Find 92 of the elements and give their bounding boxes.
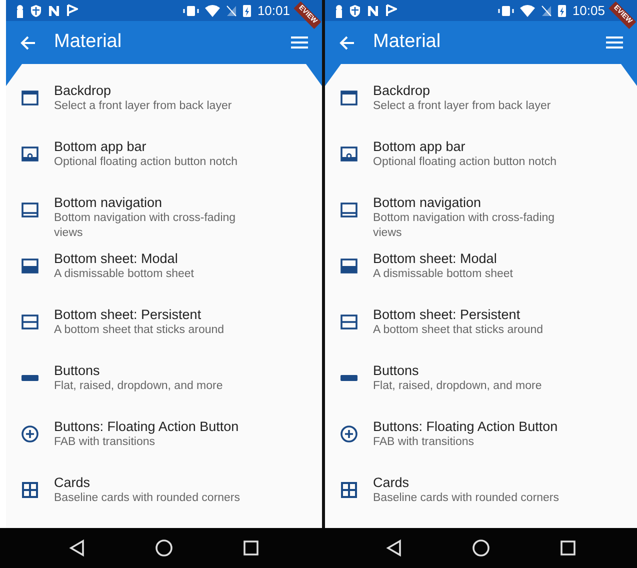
item-subtitle: Optional floating action button notch <box>54 155 238 170</box>
item-title: Buttons <box>54 362 101 379</box>
battery-charging-icon <box>243 4 252 18</box>
app-bar-icon <box>20 144 40 164</box>
item-subtitle: A bottom sheet that sticks around <box>54 323 224 338</box>
n-logo-icon <box>367 4 379 17</box>
list-item[interactable]: Buttons: Floating Action Button FAB with transitions <box>6 416 322 472</box>
shield-icon <box>30 4 42 18</box>
window-icon <box>339 88 359 108</box>
back-arrow-icon[interactable] <box>20 36 36 50</box>
app-bar-icon <box>339 144 359 164</box>
flag-icon <box>385 4 397 18</box>
list-item[interactable]: Cards Baseline cards with rounded corners <box>325 472 637 528</box>
grid-icon <box>20 480 40 500</box>
status-time: 10:05 <box>572 2 605 20</box>
item-title: Backdrop <box>373 82 432 99</box>
item-subtitle: Select a front layer from back layer <box>54 99 232 114</box>
bottom-sheet-icon <box>339 256 359 276</box>
item-title: Bottom app bar <box>373 138 466 155</box>
recents-icon[interactable] <box>560 540 576 556</box>
home-icon[interactable] <box>472 539 490 557</box>
list-item[interactable]: Bottom app bar Optional floating action button notch <box>325 136 637 192</box>
wifi-icon <box>205 4 220 17</box>
item-title: Bottom sheet: Persistent <box>54 306 202 323</box>
add-circle-icon <box>339 424 359 444</box>
shield-icon <box>349 4 361 18</box>
item-title: Cards <box>54 474 92 491</box>
item-title: Backdrop <box>54 82 112 99</box>
item-subtitle: FAB with transitions <box>373 435 475 450</box>
lock-icon <box>16 4 24 18</box>
list-item[interactable]: Bottom sheet: Persistent A bottom sheet that sticks around <box>6 304 322 360</box>
list-item[interactable]: Cards Baseline cards with rounded corners <box>6 472 322 528</box>
item-subtitle: Baseline cards with rounded corners <box>373 491 560 506</box>
item-title: Bottom app bar <box>54 138 148 155</box>
item-title: Cards <box>373 474 410 491</box>
back-icon[interactable] <box>386 539 402 557</box>
status-time: 10:01 <box>257 2 290 20</box>
item-subtitle: Bottom navigation with cross-fading views <box>373 211 556 241</box>
list-item[interactable]: Bottom app bar Optional floating action button notch <box>6 136 322 192</box>
split-panel-icon <box>20 312 40 332</box>
list-item[interactable]: Bottom sheet: Persistent A bottom sheet that sticks around <box>325 304 637 360</box>
item-subtitle: Baseline cards with rounded corners <box>54 491 240 506</box>
app-title: Material <box>54 30 123 54</box>
vibrate-icon <box>498 4 514 17</box>
list-item[interactable]: Bottom sheet: Modal A dismissable bottom sheet <box>325 248 637 304</box>
grid-icon <box>339 480 359 500</box>
wifi-icon <box>520 4 536 17</box>
home-icon[interactable] <box>155 539 173 557</box>
item-title: Buttons: Floating Action Button <box>54 418 239 435</box>
recents-icon[interactable] <box>243 540 259 556</box>
back-icon[interactable] <box>69 539 85 557</box>
add-circle-icon <box>20 424 40 444</box>
app-title: Material <box>373 30 442 54</box>
window-icon <box>20 88 40 108</box>
n-logo-icon <box>48 4 60 17</box>
list-item[interactable]: Bottom sheet: Modal A dismissable bottom sheet <box>6 248 322 304</box>
list-item[interactable]: Bottom navigation Bottom navigation with cross-fading views <box>325 192 637 248</box>
back-arrow-icon[interactable] <box>339 36 355 50</box>
list-item[interactable]: Buttons Flat, raised, dropdown, and more <box>325 360 637 416</box>
no-signal-icon <box>541 4 552 17</box>
item-subtitle: Flat, raised, dropdown, and more <box>373 379 542 394</box>
item-title: Bottom navigation <box>373 194 482 211</box>
menu-icon[interactable] <box>606 36 623 50</box>
item-title: Bottom sheet: Modal <box>373 250 498 267</box>
navigation-bar-icon <box>339 200 359 220</box>
vibrate-icon <box>183 4 200 17</box>
split-panel-icon <box>339 312 359 332</box>
list-item[interactable]: Backdrop Select a front layer from back layer <box>6 80 322 136</box>
bottom-sheet-icon <box>20 256 40 276</box>
no-signal-icon <box>226 4 238 17</box>
lock-icon <box>335 4 343 18</box>
item-title: Bottom navigation <box>54 194 164 211</box>
item-subtitle: FAB with transitions <box>54 435 156 450</box>
list-item[interactable]: Buttons: Floating Action Button FAB with transitions <box>325 416 637 472</box>
item-title: Bottom sheet: Modal <box>54 250 179 267</box>
item-subtitle: A dismissable bottom sheet <box>54 267 194 282</box>
list-item[interactable]: Buttons Flat, raised, dropdown, and more <box>6 360 322 416</box>
item-title: Buttons <box>373 362 420 379</box>
item-title: Bottom sheet: Persistent <box>373 306 522 323</box>
item-title: Buttons: Floating Action Button <box>373 418 558 435</box>
list-item[interactable]: Bottom navigation Bottom navigation with cross-fading views <box>6 192 322 248</box>
navigation-bar-icon <box>20 200 40 220</box>
item-subtitle: A bottom sheet that sticks around <box>373 323 544 338</box>
flag-icon <box>66 4 78 18</box>
item-subtitle: A dismissable bottom sheet <box>373 267 513 282</box>
item-subtitle: Optional floating action button notch <box>373 155 556 170</box>
item-subtitle: Select a front layer from back layer <box>373 99 551 114</box>
item-subtitle: Bottom navigation with cross-fading views <box>54 211 237 241</box>
battery-charging-icon <box>558 4 566 18</box>
list-item[interactable]: Backdrop Select a front layer from back layer <box>325 80 637 136</box>
item-subtitle: Flat, raised, dropdown, and more <box>54 379 223 394</box>
menu-icon[interactable] <box>291 36 308 50</box>
